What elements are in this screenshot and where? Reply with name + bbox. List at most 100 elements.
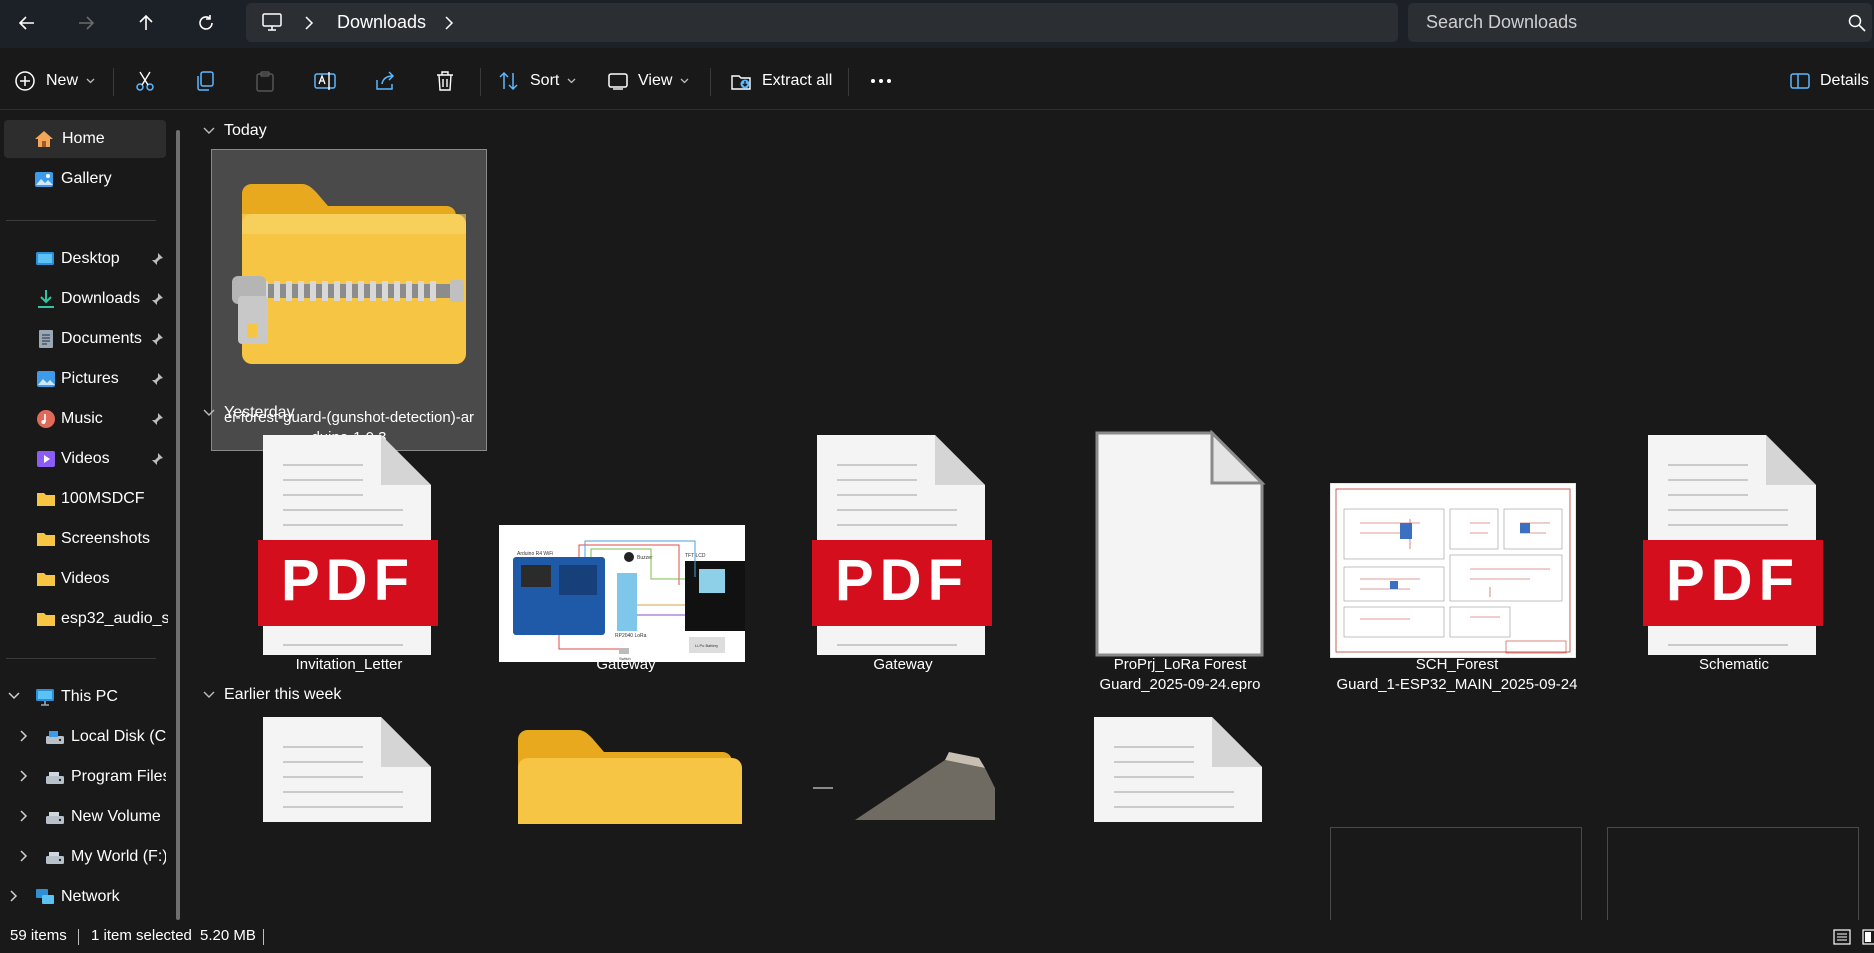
tiles-view-icon[interactable] [1862, 929, 1874, 945]
sidebar-item-esp32-audio[interactable]: esp32_audio_ser [0, 600, 168, 638]
sidebar-item-home[interactable]: Home [4, 120, 166, 158]
file-tile-document[interactable] [1042, 712, 1318, 920]
chevron-right-icon[interactable] [20, 850, 28, 862]
sidebar-label: esp32_audio_ser [61, 610, 168, 627]
breadcrumb-downloads[interactable]: Downloads [337, 12, 426, 33]
rename-button[interactable] [314, 64, 336, 98]
sidebar-label: Program Files ( [71, 768, 166, 785]
sidebar-item-network[interactable]: Network [0, 878, 166, 916]
file-tile-image[interactable]: Arduino R4 WiFi RP2040 LoRa Buzzer TFT L… [488, 430, 764, 732]
cut-button[interactable] [134, 64, 156, 98]
desktop-folder-icon [36, 252, 54, 265]
file-tile-image[interactable] [765, 712, 1041, 920]
sidebar-item-new-volume[interactable]: New Volume (I [0, 798, 166, 836]
sort-button[interactable]: Sort [498, 64, 576, 98]
chevron-down-icon [86, 78, 95, 84]
search-placeholder: Search Downloads [1426, 12, 1578, 32]
pin-icon [152, 293, 163, 305]
file-tile-thumbnail[interactable] [1330, 827, 1582, 920]
sidebar-label: 100MSDCF [61, 490, 145, 507]
file-tile-pdf[interactable]: PDF Gateway [765, 430, 1041, 732]
file-tile-folder[interactable] [488, 712, 764, 920]
sidebar-label: Gallery [61, 170, 112, 187]
drive-icon [46, 772, 64, 784]
sidebar-item-videos[interactable]: Videos [0, 440, 166, 478]
group-header-yesterday[interactable]: Yesterday [202, 404, 295, 422]
sidebar-item-downloads[interactable]: Downloads [0, 280, 166, 318]
up-button[interactable] [128, 8, 164, 38]
share-button[interactable] [374, 64, 396, 98]
sidebar-scrollbar[interactable] [176, 130, 180, 920]
folder-icon [37, 493, 55, 506]
file-tile-document[interactable] [211, 712, 487, 920]
group-header-earlier[interactable]: Earlier this week [202, 686, 341, 704]
refresh-button[interactable] [188, 8, 224, 38]
chevron-down-icon[interactable] [8, 692, 20, 700]
more-options-button[interactable] [870, 64, 892, 98]
folder-icon [37, 613, 55, 626]
chevron-down-icon [680, 78, 689, 84]
chevron-right-icon[interactable] [10, 890, 18, 902]
file-tile-image[interactable]: SCH_Forest Guard_1-ESP32_MAIN_2025-09-24 [1319, 430, 1595, 732]
pdf-badge-text: PDF [281, 548, 415, 613]
sidebar-item-desktop[interactable]: Desktop [0, 240, 166, 278]
wiring-diagram-thumbnail: Arduino R4 WiFi RP2040 LoRa Buzzer TFT L… [499, 525, 745, 662]
selected-size: 5.20 MB [200, 927, 256, 944]
new-button[interactable]: New [14, 64, 95, 98]
arrow-right-icon [79, 16, 95, 30]
sidebar-item-documents[interactable]: Documents [0, 320, 166, 358]
file-name: Invitation_Letter [295, 656, 403, 673]
sidebar-item-gallery[interactable]: Gallery [0, 160, 166, 198]
paste-button[interactable] [254, 64, 276, 98]
address-bar[interactable]: Downloads [246, 3, 1398, 42]
chevron-right-icon[interactable] [20, 730, 28, 742]
delete-button[interactable] [434, 64, 456, 98]
back-button[interactable] [9, 8, 45, 38]
chevron-right-icon[interactable] [20, 810, 28, 822]
pin-icon [152, 253, 163, 265]
view-button[interactable]: View [608, 64, 689, 98]
copy-button[interactable] [194, 64, 216, 98]
item-count: 59 items [10, 927, 67, 944]
sidebar-item-music[interactable]: Music [0, 400, 166, 438]
sidebar-item-my-world[interactable]: My World (F:) [0, 838, 166, 876]
file-tile-pdf[interactable]: PDF Schematic [1596, 430, 1872, 732]
sidebar-item-local-disk-c[interactable]: Local Disk (C:) [0, 718, 166, 756]
sidebar-item-program-files[interactable]: Program Files ( [0, 758, 166, 796]
sidebar-item-100msdcf[interactable]: 100MSDCF [0, 480, 166, 518]
file-tile-blank[interactable]: ProPrj_LoRa Forest Guard_2025-09-24.epro [1042, 430, 1318, 732]
sidebar-label: Network [61, 888, 120, 905]
zip-folder-icon [232, 184, 466, 364]
details-view-icon[interactable] [1833, 929, 1851, 945]
plus-circle-icon [15, 71, 35, 91]
sidebar-label: Music [61, 410, 103, 427]
thumb-label: Arduino R4 WiFi [517, 551, 553, 557]
forward-button[interactable] [68, 8, 104, 38]
sidebar-item-videos-folder[interactable]: Videos [0, 560, 166, 598]
copy-icon [197, 71, 214, 91]
extract-all-button[interactable]: Extract all [730, 64, 832, 98]
details-button[interactable]: Details [1790, 64, 1869, 98]
address-row: Downloads Search Downloads [0, 0, 1874, 48]
drive-icon [46, 852, 64, 864]
pdf-file-icon: PDF [258, 435, 438, 655]
rename-icon [314, 72, 336, 90]
search-input[interactable]: Search Downloads [1408, 3, 1872, 42]
sidebar-item-pictures[interactable]: Pictures [0, 360, 166, 398]
status-separator [263, 929, 264, 945]
file-name: Gateway [873, 656, 933, 673]
chevron-right-icon[interactable] [444, 16, 454, 30]
document-file-icon [263, 717, 431, 822]
sidebar-item-this-pc[interactable]: This PC [0, 678, 166, 716]
chevron-right-icon[interactable] [20, 770, 28, 782]
file-tile-thumbnail[interactable] [1607, 827, 1859, 920]
sidebar-item-screenshots[interactable]: Screenshots [0, 520, 166, 558]
gallery-icon [35, 172, 53, 187]
pictures-folder-icon [37, 371, 55, 387]
view-label: View [638, 72, 673, 89]
file-view: Today ei-forest-guard-(gunshot-detection… [192, 110, 1874, 920]
drive-icon [46, 812, 64, 824]
separator [710, 68, 711, 96]
group-header-today[interactable]: Today [202, 122, 267, 140]
details-pane-icon [1790, 73, 1810, 89]
